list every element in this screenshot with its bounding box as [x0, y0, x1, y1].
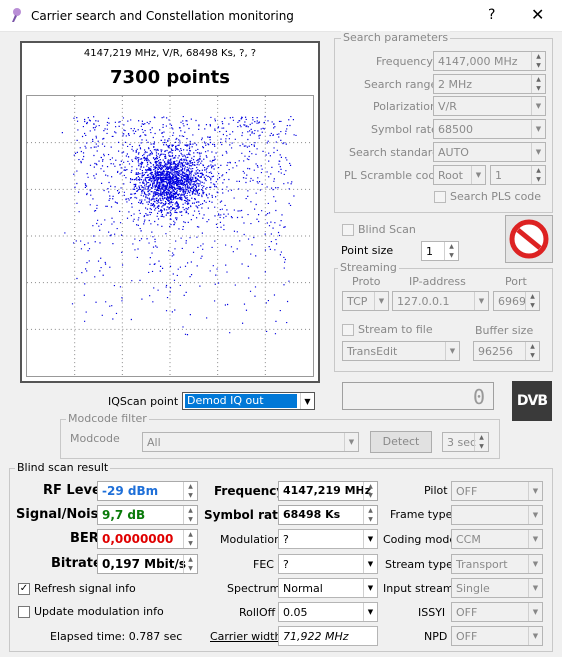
issyi-select[interactable]: OFF ▼: [451, 602, 543, 622]
modulation-label: Modulation: [220, 533, 282, 546]
search-standard-label: Search standard: [349, 146, 440, 159]
stream-type-select[interactable]: Transport ▼: [451, 554, 543, 574]
pilot-label: Pilot: [424, 484, 448, 497]
elapsed-time: Elapsed time: 0.787 sec: [50, 630, 183, 643]
iqscan-select[interactable]: Demod IQ out ▼: [182, 392, 315, 410]
frame-type-label: Frame type: [390, 508, 453, 521]
port-label: Port: [505, 275, 527, 288]
stream-to-file-checkbox[interactable]: [342, 324, 354, 336]
window-title: Carrier search and Constellation monitor…: [31, 9, 294, 23]
stop-icon: [509, 219, 549, 259]
buffer-size-field[interactable]: 96256 ▲ ▼: [473, 341, 540, 361]
signal-noise-label: Signal/Noise: [16, 507, 108, 522]
frame-type-select[interactable]: ▼: [451, 505, 543, 525]
point-size-label: Point size: [341, 244, 394, 257]
spectrum-label: Spectrum: [227, 582, 281, 595]
modcode-filter-label: Modcode filter: [66, 412, 149, 425]
input-stream-select[interactable]: Single ▼: [451, 578, 543, 598]
ber-field[interactable]: 0,0000000 ▲ ▼: [97, 529, 198, 549]
search-parameters-label: Search parameters: [341, 31, 451, 44]
modcode-select[interactable]: All ▼: [142, 432, 359, 452]
search-frequency-field[interactable]: 4147,000 MHz ▲ ▼: [433, 51, 546, 71]
iqscan-label: IQScan point: [108, 395, 179, 408]
ip-address-select[interactable]: 127.0.0.1 ▼: [392, 291, 489, 311]
npd-select[interactable]: OFF ▼: [451, 626, 543, 646]
input-stream-label: Input stream: [383, 582, 454, 595]
coding-mode-label: Coding mode: [383, 533, 457, 546]
coding-mode-select[interactable]: CCM ▼: [451, 529, 543, 549]
proto-label: Proto: [352, 275, 381, 288]
result-frequency-field[interactable]: 4147,219 MHz ▲ ▼: [278, 481, 378, 501]
issyi-label: ISSYI: [418, 606, 446, 619]
spectrum-select[interactable]: Normal ▼: [278, 578, 378, 598]
constellation-panel: 4147,219 MHz, V/R, 68498 Ks, ?, ? 7300 p…: [20, 41, 320, 383]
stop-button[interactable]: [505, 215, 553, 263]
close-button[interactable]: ✕: [531, 5, 544, 24]
ip-address-label: IP-address: [409, 275, 466, 288]
modcode-label: Modcode: [70, 432, 120, 445]
search-range-label: Search range: [364, 78, 438, 91]
rf-level-field[interactable]: -29 dBm ▲ ▼: [97, 481, 198, 501]
app-icon: [12, 8, 21, 22]
result-symbol-rate-field[interactable]: 68498 Ks ▲ ▼: [278, 505, 378, 525]
points-count: 7300 points: [110, 67, 230, 88]
rf-level-label: RF Level: [43, 483, 106, 498]
update-modulation-checkbox[interactable]: [18, 606, 30, 618]
search-range-field[interactable]: 2 MHz ▲ ▼: [433, 74, 546, 94]
dvb-logo: DVB: [512, 381, 552, 421]
counter-display: 0: [342, 382, 494, 410]
constellation-plot: [26, 95, 314, 377]
stream-file-select[interactable]: TransEdit ▼: [342, 341, 460, 361]
refresh-signal-checkbox[interactable]: ✓: [18, 583, 30, 595]
update-modulation-label: Update modulation info: [34, 605, 164, 618]
search-pls-label: Search PLS code: [450, 190, 542, 203]
point-size-field[interactable]: 1 ▲ ▼: [421, 241, 459, 261]
fec-label: FEC: [253, 558, 274, 571]
blind-scan-checkbox[interactable]: [342, 224, 354, 236]
fec-select[interactable]: ? ▼: [278, 554, 378, 574]
ber-label: BER: [70, 531, 99, 546]
plot-info: 4147,219 MHz, V/R, 68498 Ks, ?, ?: [83, 48, 257, 59]
bitrate-label: Bitrate: [51, 556, 102, 571]
search-pls-checkbox[interactable]: [434, 191, 446, 203]
search-standard-select[interactable]: AUTO ▼: [433, 142, 546, 162]
result-symbol-rate-label: Symbol rate: [204, 508, 286, 522]
title-bar: Carrier search and Constellation monitor…: [0, 0, 562, 32]
pl-scramble-label: PL Scramble code: [344, 169, 443, 182]
result-frequency-label: Frequency: [214, 484, 285, 498]
detect-button[interactable]: Detect: [370, 431, 432, 453]
bitrate-field[interactable]: 0,197 Mbit/s ▲ ▼: [97, 554, 198, 574]
port-field[interactable]: 6969 ▲ ▼: [493, 291, 540, 311]
help-button[interactable]: ?: [488, 7, 495, 23]
polarization-select[interactable]: V/R ▼: [433, 96, 546, 116]
carrier-width-link[interactable]: Carrier width: [210, 630, 281, 643]
stream-type-label: Stream type: [385, 558, 453, 571]
pl-scramble-value-field[interactable]: 1 ▲ ▼: [490, 165, 546, 185]
symbol-rate-label: Symbol rate: [371, 123, 438, 136]
buffer-size-label: Buffer size: [475, 324, 534, 337]
constellation-points: [61, 115, 297, 336]
pilot-select[interactable]: OFF ▼: [451, 481, 543, 501]
carrier-width-field: 71,922 MHz: [278, 626, 378, 646]
stream-to-file-label: Stream to file: [358, 323, 433, 336]
streaming-label: Streaming: [338, 261, 399, 274]
search-symbol-rate-select[interactable]: 68500 ▼: [433, 119, 546, 139]
rolloff-label: RollOff: [239, 606, 276, 619]
npd-label: NPD: [424, 630, 448, 643]
detect-time-field[interactable]: 3 sec ▲ ▼: [442, 432, 489, 452]
blind-scan-label: Blind Scan: [358, 223, 416, 236]
signal-noise-field[interactable]: 9,7 dB ▲ ▼: [97, 505, 198, 525]
rolloff-select[interactable]: 0.05 ▼: [278, 602, 378, 622]
polarization-label: Polarization: [373, 100, 437, 113]
frequency-label: Frequency: [376, 55, 433, 68]
proto-select[interactable]: TCP ▼: [342, 291, 389, 311]
modulation-select[interactable]: ? ▼: [278, 529, 378, 549]
blind-scan-result-label: Blind scan result: [15, 461, 111, 474]
refresh-signal-label: Refresh signal info: [34, 582, 136, 595]
pl-scramble-mode-select[interactable]: Root ▼: [433, 165, 486, 185]
